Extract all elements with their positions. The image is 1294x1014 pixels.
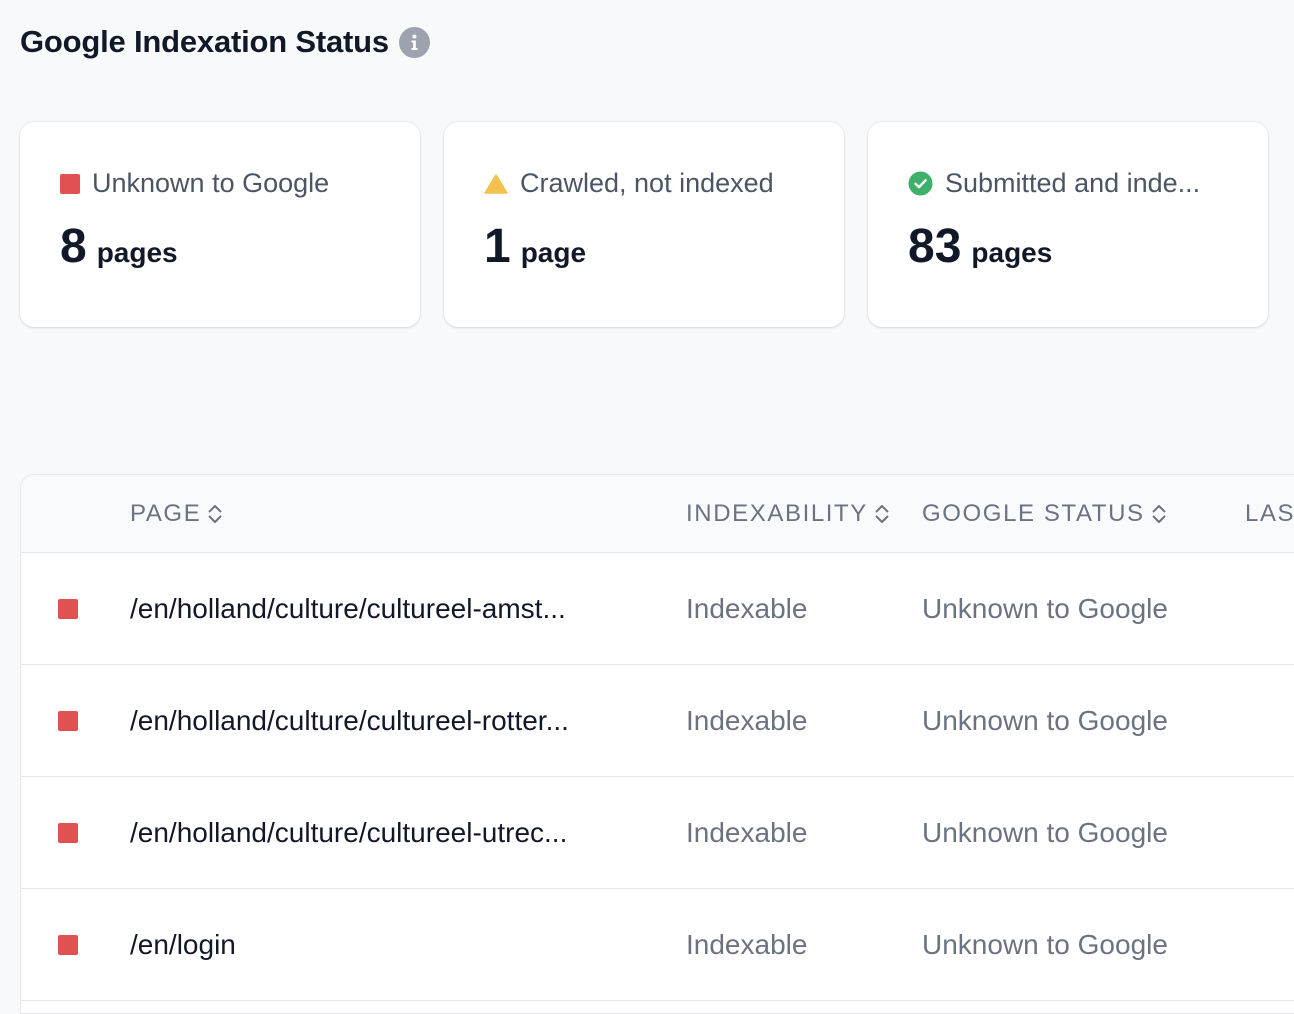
page-path[interactable]: /en/login: [130, 889, 236, 1001]
red-square-icon: [58, 711, 78, 731]
sort-icon: [875, 505, 889, 523]
column-header-label: LAS: [1245, 500, 1294, 527]
card-unit: page: [520, 237, 587, 268]
google-status-value: Unknown to Google: [922, 705, 1168, 736]
red-square-icon: [58, 935, 78, 955]
card-unit: pages: [96, 237, 178, 268]
red-square-icon: [58, 599, 78, 619]
card-label-text: Crawled, not indexed: [520, 168, 774, 198]
indexability-value: Indexable: [686, 705, 808, 736]
warning-triangle-icon: [484, 173, 508, 194]
column-header-label: GOOGLE STATUS: [922, 500, 1145, 527]
status-cards: Unknown to Google 8 pages Crawled, not i…: [20, 122, 1268, 327]
card-value: 8 pages: [60, 223, 380, 271]
card-crawled-not-indexed[interactable]: Crawled, not indexed 1 page: [444, 122, 844, 327]
table-row[interactable]: /en/holland/culture/cultureel-utrec... I…: [21, 777, 1294, 889]
google-status-value: Unknown to Google: [922, 929, 1168, 960]
table-row[interactable]: /en/holland/culture/cultureel-amst... In…: [21, 553, 1294, 665]
column-header-label: INDEXABILITY: [686, 500, 868, 527]
column-header-last[interactable]: LAS: [1245, 475, 1294, 553]
table-row[interactable]: /en/login Indexable Unknown to Google: [21, 889, 1294, 1001]
card-label: Unknown to Google: [60, 168, 380, 199]
card-count: 8: [60, 220, 87, 273]
info-glyph: [411, 34, 418, 50]
red-square-icon: [60, 173, 80, 194]
page-title: Google Indexation Status: [20, 24, 389, 59]
table-row[interactable]: /en/holland/culture/cultureel-rotter... …: [21, 665, 1294, 777]
indexability-value: Indexable: [686, 929, 808, 960]
card-value: 83 pages: [908, 223, 1228, 271]
page-path[interactable]: /en/holland/culture/cultureel-utrec...: [130, 777, 567, 889]
card-label-text: Unknown to Google: [92, 168, 330, 198]
card-value: 1 page: [484, 223, 804, 271]
card-unknown-to-google[interactable]: Unknown to Google 8 pages: [20, 122, 420, 327]
card-count: 1: [484, 220, 511, 273]
pages-table: PAGE INDEXABILITY GOOGLE STATUS LAS /en/…: [20, 474, 1294, 1014]
page-path[interactable]: /en/holland/culture/cultureel-amst...: [130, 553, 566, 665]
column-header-google-status[interactable]: GOOGLE STATUS: [922, 475, 1167, 553]
table-header: PAGE INDEXABILITY GOOGLE STATUS LAS: [21, 475, 1294, 553]
google-status-value: Unknown to Google: [922, 817, 1168, 848]
sort-icon: [208, 505, 223, 523]
page-path[interactable]: /en/holland/culture/cultureel-rotter...: [130, 665, 569, 777]
card-count: 83: [908, 220, 962, 273]
page-header: Google Indexation Status: [20, 24, 430, 60]
column-header-indexability[interactable]: INDEXABILITY: [686, 475, 890, 553]
google-status-value: Unknown to Google: [922, 593, 1168, 624]
info-icon[interactable]: [398, 26, 430, 58]
indexability-value: Indexable: [686, 593, 808, 624]
card-unit: pages: [971, 237, 1053, 268]
card-label: Submitted and inde...: [908, 168, 1228, 199]
sort-icon: [1151, 505, 1166, 523]
card-submitted-and-indexed[interactable]: Submitted and inde... 83 pages: [868, 122, 1268, 327]
column-header-page[interactable]: PAGE: [130, 475, 223, 553]
indexability-value: Indexable: [686, 817, 808, 848]
card-label-text: Submitted and inde...: [945, 168, 1201, 198]
red-square-icon: [58, 823, 78, 843]
column-header-label: PAGE: [130, 500, 202, 527]
card-label: Crawled, not indexed: [484, 168, 804, 199]
check-circle-icon: [908, 171, 933, 196]
